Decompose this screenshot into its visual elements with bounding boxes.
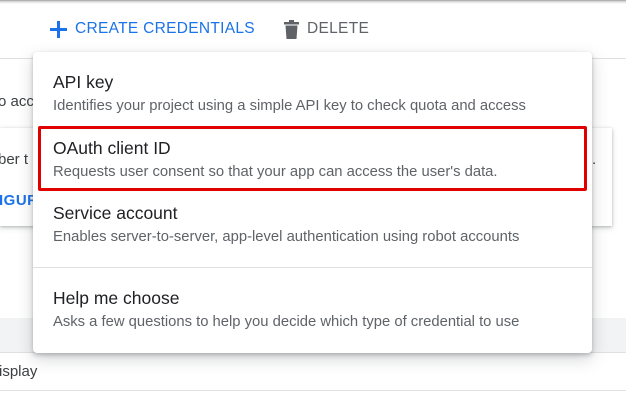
menu-item-title: API key xyxy=(53,72,114,92)
menu-item-description: Asks a few questions to help you decide … xyxy=(53,314,520,330)
background-text-fragment: ber t xyxy=(0,151,29,168)
menu-divider xyxy=(33,267,592,268)
menu-item-title: OAuth client ID xyxy=(53,138,171,158)
trash-icon xyxy=(284,19,299,39)
background-text-fragment: isplay xyxy=(0,363,38,380)
background-text-fragment: o acc xyxy=(0,93,34,110)
menu-item-help-me-choose[interactable]: Help me choose Asks a few questions to h… xyxy=(33,278,592,342)
delete-button[interactable]: DELETE xyxy=(284,16,369,42)
create-credentials-menu: API key Identifies your project using a … xyxy=(33,52,592,353)
menu-item-oauth-client-id[interactable]: OAuth client ID Requests user consent so… xyxy=(33,128,592,192)
plus-icon xyxy=(50,20,67,38)
toolbar: CREATE CREDENTIALS DELETE xyxy=(0,0,626,58)
background-text-fragment: . xyxy=(592,151,597,168)
background-divider xyxy=(0,390,626,391)
menu-item-description: Identifies your project using a simple A… xyxy=(53,98,526,114)
menu-item-title: Service account xyxy=(53,203,178,223)
menu-item-api-key[interactable]: API key Identifies your project using a … xyxy=(33,62,592,126)
menu-item-service-account[interactable]: Service account Enables server-to-server… xyxy=(33,193,592,257)
menu-item-title: Help me choose xyxy=(53,288,180,308)
create-credentials-button[interactable]: CREATE CREDENTIALS xyxy=(50,16,255,42)
delete-label: DELETE xyxy=(307,20,370,37)
menu-item-description: Requests user consent so that your app c… xyxy=(53,164,498,180)
create-credentials-label: CREATE CREDENTIALS xyxy=(75,20,255,37)
menu-item-description: Enables server-to-server, app-level auth… xyxy=(53,229,520,245)
